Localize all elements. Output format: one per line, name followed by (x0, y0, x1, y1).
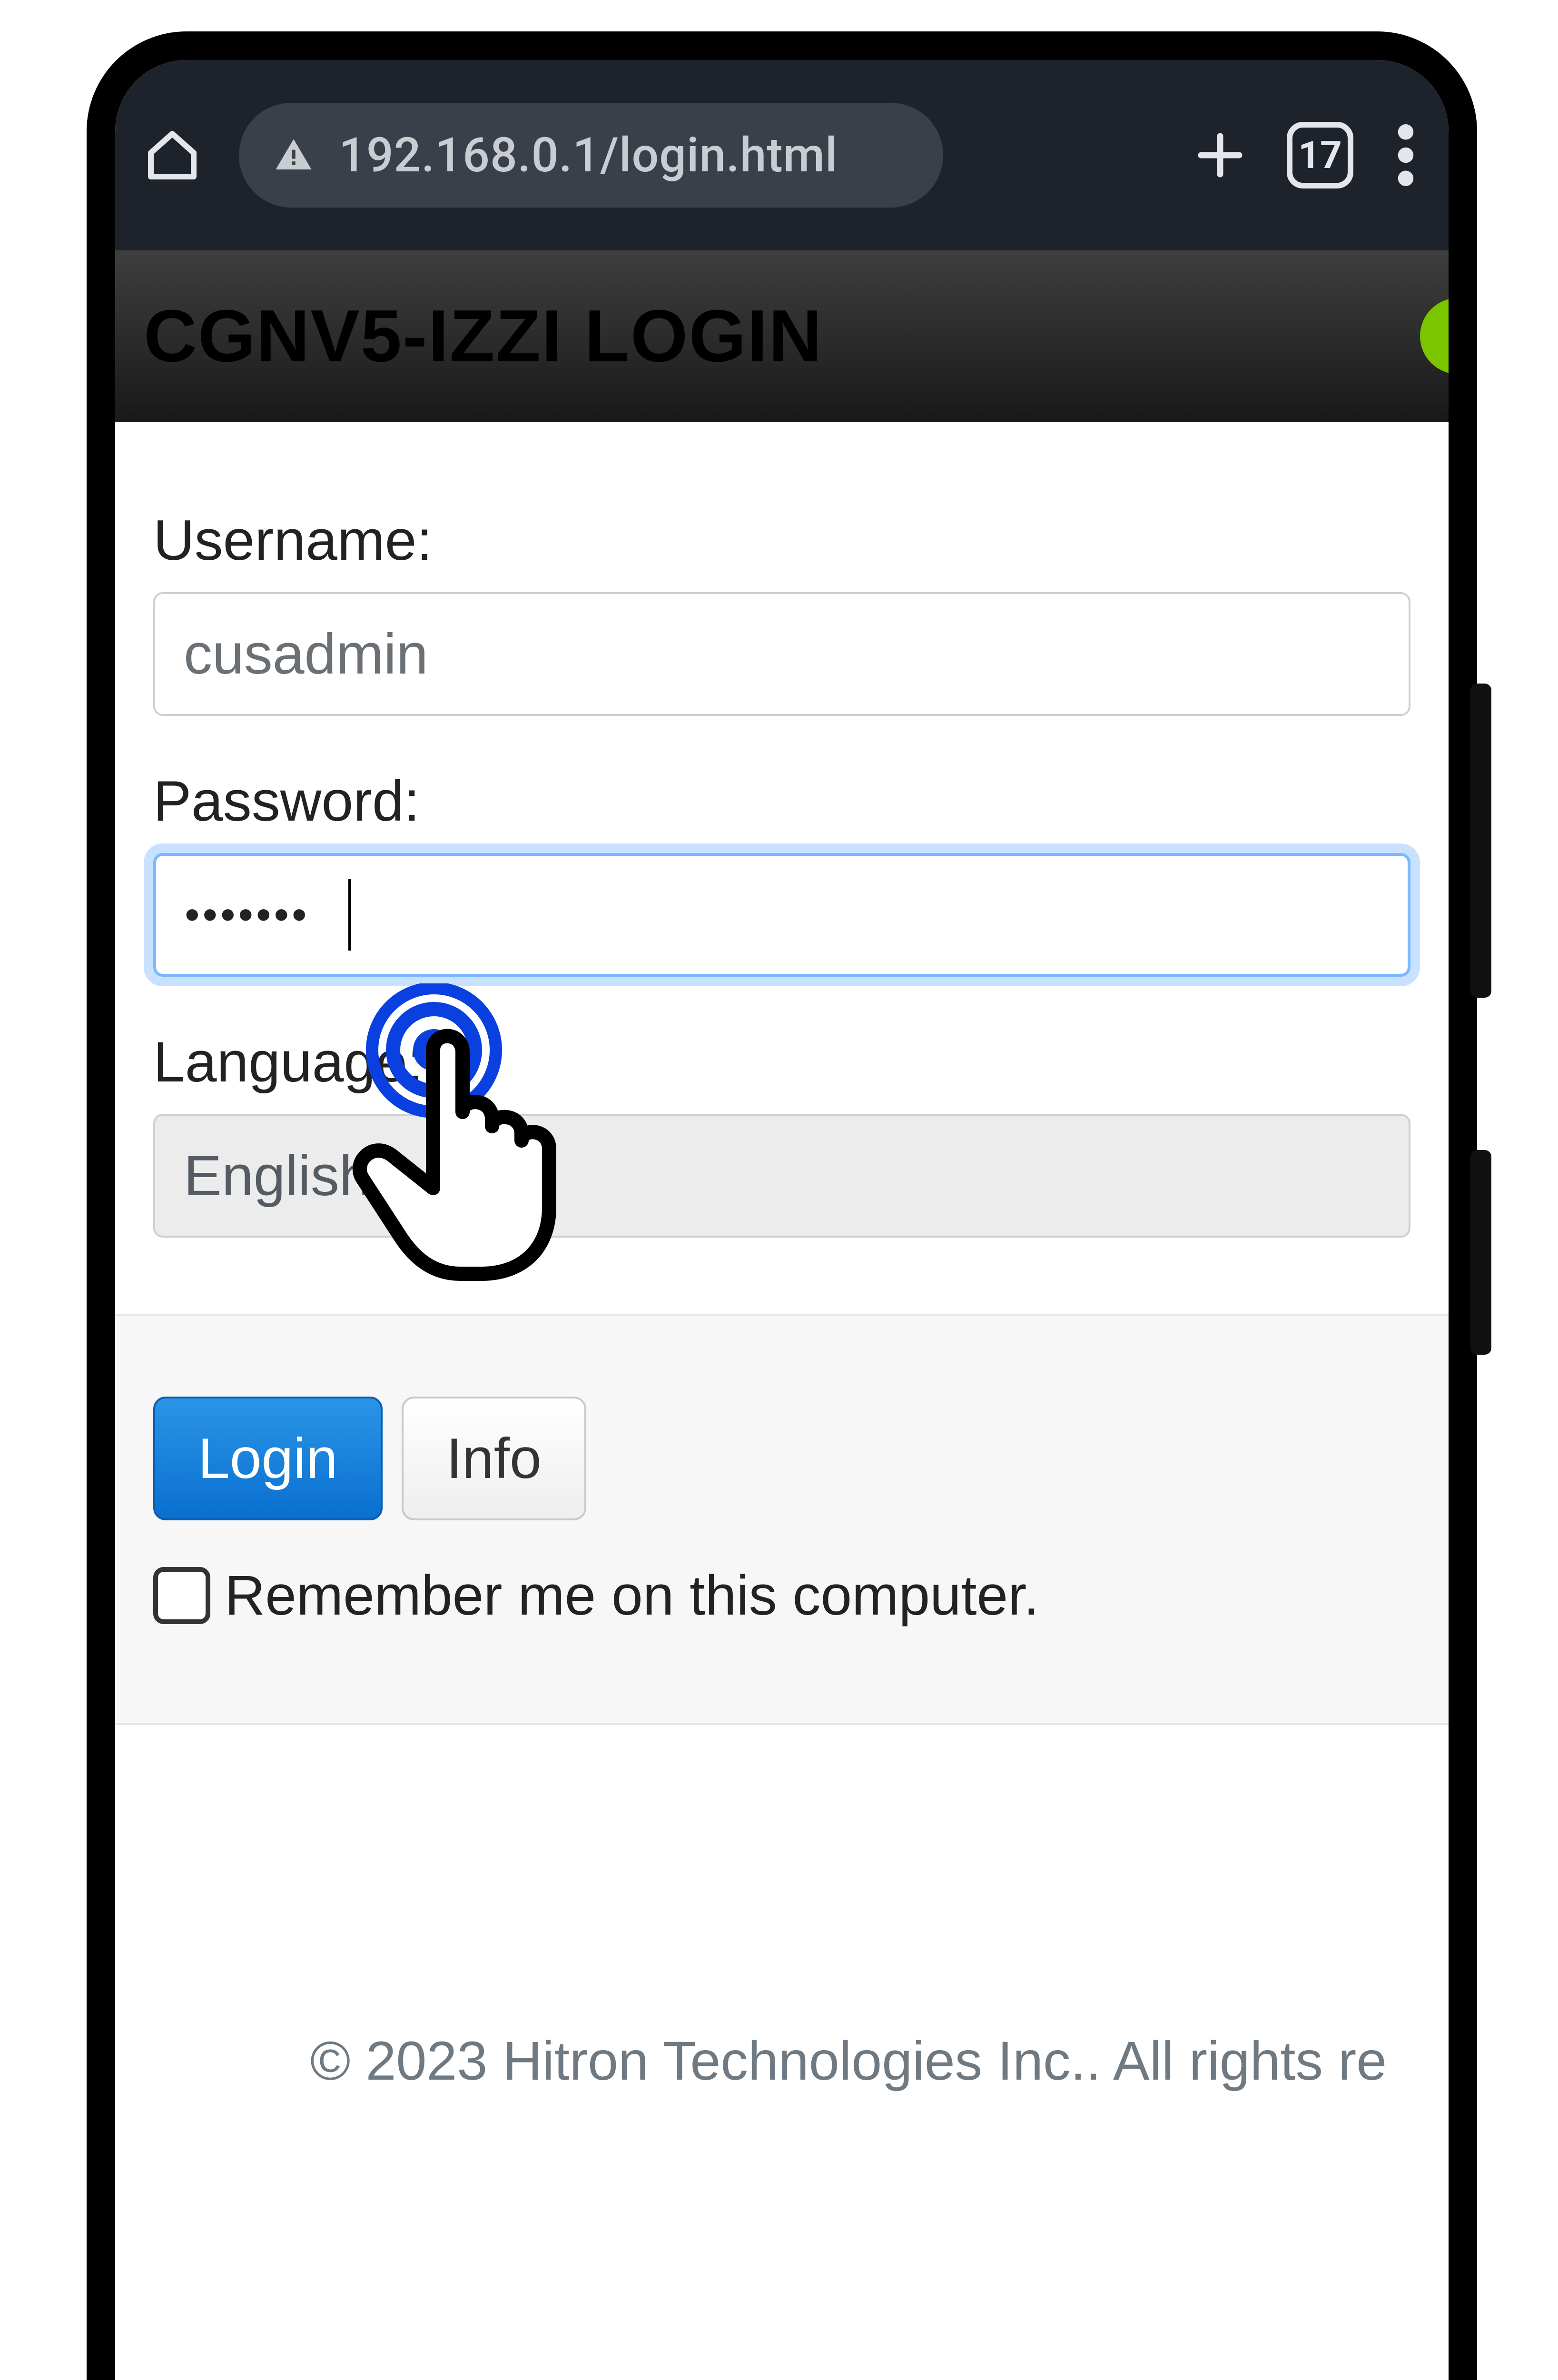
tab-count-badge[interactable]: 17 (1287, 122, 1353, 188)
overflow-menu-icon[interactable] (1391, 124, 1420, 186)
home-icon[interactable] (144, 127, 201, 184)
phone-side-button-top (1470, 684, 1491, 998)
remember-checkbox[interactable] (153, 1567, 210, 1624)
phone-screen: 192.168.0.1/login.html 17 (115, 60, 1449, 2380)
info-button[interactable]: Info (402, 1397, 586, 1520)
login-button[interactable]: Login (153, 1397, 383, 1520)
info-button-label: Info (446, 1426, 542, 1491)
tab-count-value: 17 (1298, 133, 1342, 178)
language-label: Language: (153, 1029, 1410, 1095)
username-label: Username: (153, 507, 1410, 573)
page-header: CGNV5-IZZI LOGIN (115, 250, 1449, 422)
button-section: Login Info Remember me on this computer. (115, 1314, 1449, 1725)
phone-side-button-bottom (1470, 1150, 1491, 1355)
username-group: Username: (115, 507, 1449, 716)
new-tab-icon[interactable] (1192, 127, 1249, 184)
copyright-text: © 2023 Hitron Technologies Inc.. All rig… (310, 2031, 1387, 2092)
login-form-area: Username: Password: Language: English (115, 422, 1449, 2092)
browser-toolbar: 192.168.0.1/login.html 17 (115, 60, 1449, 250)
button-row: Login Info (153, 1397, 1410, 1520)
remember-row: Remember me on this computer. (153, 1563, 1410, 1628)
password-group: Password: (115, 768, 1449, 977)
remember-label: Remember me on this computer. (225, 1563, 1039, 1628)
logo-accent (1420, 298, 1449, 374)
footer: © 2023 Hitron Technologies Inc.. All rig… (115, 1725, 1449, 2092)
password-input[interactable] (153, 853, 1410, 977)
stage: 192.168.0.1/login.html 17 (0, 0, 1558, 2380)
address-bar[interactable]: 192.168.0.1/login.html (239, 103, 943, 208)
language-value: English (184, 1143, 371, 1209)
username-input[interactable] (153, 592, 1410, 716)
page-title: CGNV5-IZZI LOGIN (144, 294, 823, 378)
login-button-label: Login (198, 1426, 338, 1491)
password-label: Password: (153, 768, 1410, 834)
phone-frame: 192.168.0.1/login.html 17 (87, 31, 1477, 2380)
insecure-warning-icon (272, 134, 315, 177)
url-text: 192.168.0.1/login.html (339, 128, 838, 183)
text-caret (348, 879, 351, 951)
language-group: Language: English (115, 1029, 1449, 1238)
language-select[interactable]: English (153, 1114, 1410, 1238)
